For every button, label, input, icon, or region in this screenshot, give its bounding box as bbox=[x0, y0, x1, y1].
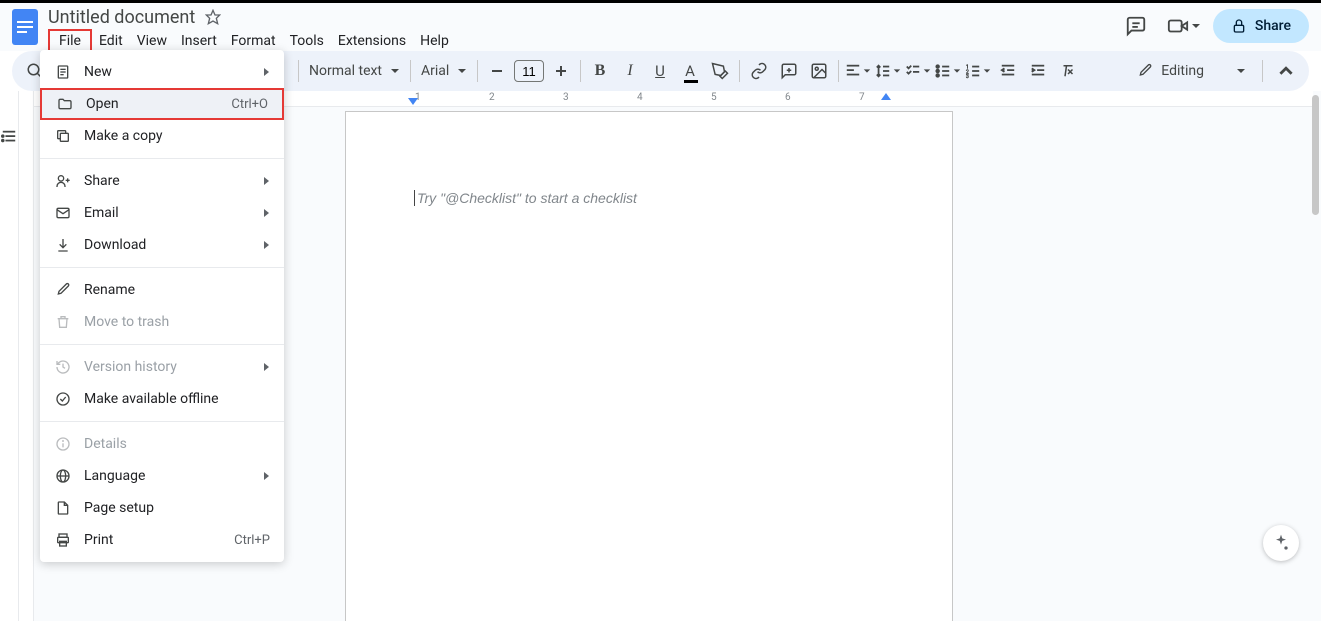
font-select[interactable]: Arial bbox=[415, 63, 473, 79]
menu-item-details[interactable]: Details bbox=[40, 428, 284, 460]
pencil-icon bbox=[1137, 63, 1153, 79]
bold-button[interactable]: B bbox=[585, 56, 615, 86]
underline-button[interactable]: U bbox=[645, 56, 675, 86]
trash-icon bbox=[54, 314, 72, 330]
copy-icon bbox=[54, 128, 72, 144]
toolbar-separator bbox=[580, 60, 581, 82]
menu-help[interactable]: Help bbox=[413, 29, 456, 53]
globe-icon bbox=[54, 468, 72, 484]
vertical-ruler[interactable] bbox=[18, 91, 34, 621]
document-page[interactable]: Try "@Checklist" to start a checklist bbox=[345, 111, 953, 621]
increase-indent-button[interactable] bbox=[1023, 56, 1053, 86]
toolbar-separator bbox=[1262, 60, 1263, 82]
increase-font-size-button[interactable] bbox=[546, 56, 576, 86]
highlight-color-button[interactable] bbox=[705, 56, 735, 86]
menu-item-download[interactable]: Download bbox=[40, 229, 284, 261]
pen-icon bbox=[54, 282, 72, 298]
decrease-indent-button[interactable] bbox=[993, 56, 1023, 86]
title-area: Untitled document File Edit View Insert … bbox=[48, 7, 456, 53]
submenu-arrow-icon bbox=[262, 208, 270, 218]
menu-item-move-to-trash[interactable]: Move to trash bbox=[40, 306, 284, 338]
right-indent-marker[interactable] bbox=[881, 93, 891, 100]
insert-image-button[interactable] bbox=[804, 56, 834, 86]
toolbar-right: Editing bbox=[1129, 56, 1301, 86]
decrease-font-size-button[interactable] bbox=[482, 56, 512, 86]
docs-logo-icon[interactable] bbox=[12, 9, 38, 45]
menu-extensions[interactable]: Extensions bbox=[331, 29, 413, 53]
menu-item-make-available-offline[interactable]: Make available offline bbox=[40, 383, 284, 415]
header-right: Share bbox=[1117, 7, 1309, 45]
menu-separator bbox=[40, 158, 284, 159]
menu-item-rename[interactable]: Rename bbox=[40, 274, 284, 306]
menu-item-page-setup[interactable]: Page setup bbox=[40, 492, 284, 524]
submenu-arrow-icon bbox=[262, 176, 270, 186]
person-plus-icon bbox=[54, 173, 72, 189]
submenu-arrow-icon bbox=[262, 471, 270, 481]
folder-icon bbox=[56, 96, 74, 112]
meet-icon[interactable] bbox=[1165, 7, 1203, 45]
menu-item-share[interactable]: Share bbox=[40, 165, 284, 197]
svg-text:3: 3 bbox=[966, 74, 969, 79]
file-dropdown-menu: New Open Ctrl+O Make a copy Share Email … bbox=[40, 50, 284, 562]
clear-formatting-button[interactable] bbox=[1053, 56, 1083, 86]
menu-item-email[interactable]: Email bbox=[40, 197, 284, 229]
document-title[interactable]: Untitled document bbox=[48, 7, 195, 28]
italic-button[interactable]: I bbox=[615, 56, 645, 86]
toolbar-separator bbox=[410, 60, 411, 82]
text-color-button[interactable]: A bbox=[675, 56, 705, 86]
mail-icon bbox=[54, 205, 72, 221]
add-comment-button[interactable] bbox=[774, 56, 804, 86]
bulleted-list-button[interactable] bbox=[933, 56, 963, 86]
toolbar-separator bbox=[298, 60, 299, 82]
editing-mode-button[interactable]: Editing bbox=[1129, 63, 1254, 79]
star-icon[interactable] bbox=[205, 9, 221, 25]
font-size-input[interactable] bbox=[514, 60, 544, 82]
numbered-list-button[interactable]: 123 bbox=[963, 56, 993, 86]
submenu-arrow-icon bbox=[262, 362, 270, 372]
left-indent-marker[interactable] bbox=[408, 98, 418, 105]
left-rail bbox=[0, 91, 18, 621]
print-icon bbox=[54, 532, 72, 548]
checklist-button[interactable] bbox=[903, 56, 933, 86]
align-button[interactable] bbox=[843, 56, 873, 86]
menu-item-new[interactable]: New bbox=[40, 56, 284, 88]
font-size-control bbox=[482, 56, 576, 86]
explore-fab[interactable] bbox=[1263, 525, 1299, 561]
download-icon bbox=[54, 237, 72, 253]
submenu-arrow-icon bbox=[262, 240, 270, 250]
info-icon bbox=[54, 436, 72, 452]
line-spacing-button[interactable] bbox=[873, 56, 903, 86]
lock-icon bbox=[1231, 18, 1247, 34]
share-button[interactable]: Share bbox=[1213, 9, 1309, 43]
toolbar-separator bbox=[477, 60, 478, 82]
menu-separator bbox=[40, 421, 284, 422]
history-icon bbox=[54, 359, 72, 375]
document-icon bbox=[54, 64, 72, 80]
shortcut-label: Ctrl+O bbox=[231, 97, 268, 112]
app-header: Untitled document File Edit View Insert … bbox=[0, 3, 1321, 51]
hide-menus-button[interactable] bbox=[1271, 56, 1301, 86]
menu-item-print[interactable]: Print Ctrl+P bbox=[40, 524, 284, 556]
insert-link-button[interactable] bbox=[744, 56, 774, 86]
menu-separator bbox=[40, 267, 284, 268]
paragraph-styles-select[interactable]: Normal text bbox=[303, 63, 406, 79]
menu-item-language[interactable]: Language bbox=[40, 460, 284, 492]
share-label: Share bbox=[1255, 18, 1291, 34]
page-icon bbox=[54, 500, 72, 516]
offline-icon bbox=[54, 391, 72, 407]
submenu-arrow-icon bbox=[262, 67, 270, 77]
outline-icon[interactable] bbox=[1, 129, 17, 145]
menu-separator bbox=[40, 344, 284, 345]
placeholder-text: Try "@Checklist" to start a checklist bbox=[414, 190, 884, 206]
menu-item-version-history[interactable]: Version history bbox=[40, 351, 284, 383]
toolbar-separator bbox=[739, 60, 740, 82]
vertical-scrollbar[interactable] bbox=[1312, 95, 1319, 215]
comment-history-icon[interactable] bbox=[1117, 7, 1155, 45]
toolbar-separator bbox=[838, 60, 839, 82]
menu-item-make-a-copy[interactable]: Make a copy bbox=[40, 120, 284, 152]
menu-item-open[interactable]: Open Ctrl+O bbox=[40, 88, 284, 120]
shortcut-label: Ctrl+P bbox=[234, 533, 270, 548]
title-row: Untitled document bbox=[48, 7, 456, 27]
menu-tools[interactable]: Tools bbox=[283, 29, 331, 53]
